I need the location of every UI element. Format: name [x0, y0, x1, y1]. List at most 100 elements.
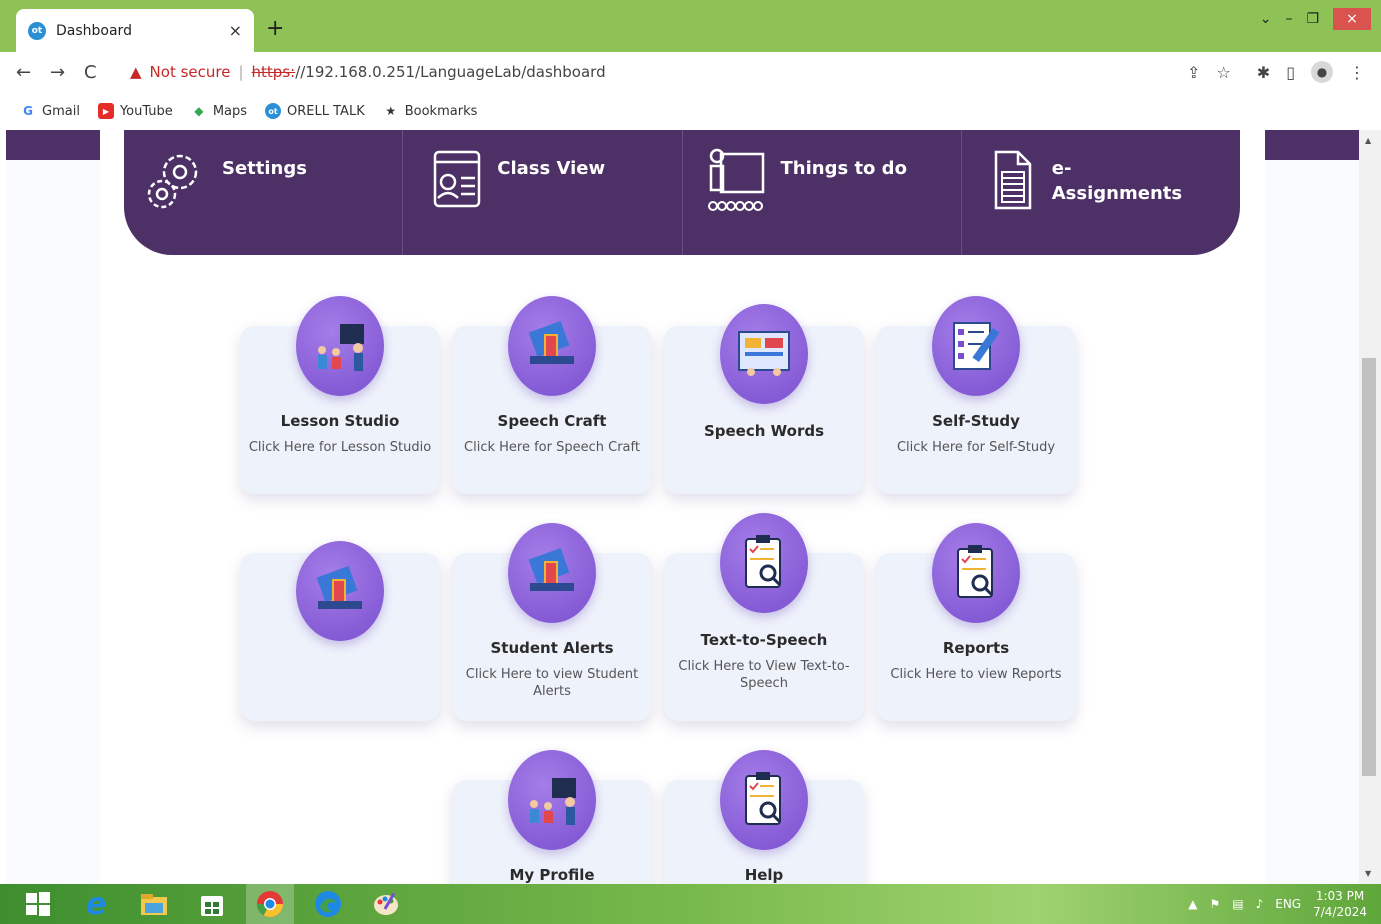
system-tray: ▲ ⚑ ▤ ♪ ENG 1:03 PM 7/4/2024: [1188, 884, 1367, 924]
card-speech-craft[interactable]: Speech Craft Click Here for Speech Craft: [452, 296, 652, 494]
language-indicator[interactable]: ENG: [1275, 897, 1301, 911]
text-to-speech-icon: [720, 513, 808, 613]
profile-avatar-icon[interactable]: ●: [1311, 61, 1333, 83]
card-subtitle: Click Here for Self-Study: [896, 440, 1056, 455]
bookmark-gmail[interactable]: G Gmail: [20, 103, 80, 119]
paint-icon[interactable]: [362, 884, 410, 924]
card-subtitle: Click Here to view Reports: [890, 667, 1062, 682]
card-student-alerts[interactable]: Student Alerts Click Here to view Studen…: [452, 523, 652, 721]
side-panel-icon[interactable]: ▯: [1286, 63, 1295, 82]
page-scrollbar[interactable]: ▲ ▼: [1359, 130, 1381, 884]
url-scheme: https:: [251, 63, 296, 81]
card-subtitle: Click Here to view Student Alerts: [465, 667, 639, 699]
card-subtitle: Click Here to View Text-to-Speech: [678, 659, 850, 691]
bookmark-label: Maps: [212, 103, 248, 119]
settings-icon: [147, 154, 198, 209]
clock[interactable]: 1:03 PM 7/4/2024: [1313, 888, 1367, 920]
bookmark-orell-talk[interactable]: ot ORELL TALK: [265, 103, 365, 119]
windows-start-icon[interactable]: [14, 884, 62, 924]
nav-settings[interactable]: Settings: [124, 130, 404, 255]
card-help[interactable]: Help: [664, 750, 864, 884]
bookmark-maps[interactable]: ◆ Maps: [191, 103, 247, 119]
browser-tab-dashboard[interactable]: ot Dashboard ×: [16, 9, 254, 52]
bookmark-label: ORELL TALK: [287, 103, 365, 119]
youtube-icon: ▶: [97, 103, 114, 119]
bookmark-label: Gmail: [42, 103, 80, 119]
reload-button[interactable]: C: [84, 62, 118, 83]
my-profile-icon: [508, 750, 596, 850]
not-secure-label[interactable]: Not secure: [150, 63, 231, 81]
nav-label: Class View: [497, 158, 606, 179]
warning-icon: ▲: [130, 63, 142, 81]
new-tab-button[interactable]: +: [266, 16, 284, 41]
card-title: Lesson Studio: [280, 412, 400, 430]
scroll-up-arrow-icon[interactable]: ▲: [1365, 136, 1371, 145]
card-speech-words[interactable]: Speech Words: [664, 304, 864, 494]
network-icon[interactable]: ▤: [1232, 897, 1243, 911]
extensions-icon[interactable]: ✱: [1257, 63, 1270, 82]
windows-taskbar: e ▲ ⚑ ▤ ♪ ENG 1:03 PM 7/4/2024: [0, 884, 1381, 924]
reports-icon: [932, 523, 1020, 623]
file-explorer-icon[interactable]: [130, 884, 178, 924]
card-reports[interactable]: Reports Click Here to view Reports: [876, 523, 1076, 721]
bookmark-bookmarks[interactable]: ★ Bookmarks: [383, 103, 478, 119]
bookmark-youtube[interactable]: ▶ YouTube: [97, 103, 173, 119]
laptop-door-icon: [296, 541, 384, 641]
close-window-button[interactable]: ×: [1333, 8, 1371, 30]
scroll-thumb[interactable]: [1362, 358, 1376, 776]
star-icon: ★: [385, 104, 397, 118]
internet-explorer-icon[interactable]: e: [72, 884, 120, 924]
toolbar-icons: ⇪ ☆ ✱ ▯ ● ⋮: [1187, 61, 1365, 83]
student-alerts-icon: [508, 523, 596, 623]
card-my-profile[interactable]: My Profile: [452, 750, 652, 884]
bookmark-star-icon[interactable]: ☆: [1216, 63, 1230, 82]
class-view-icon: [434, 150, 481, 208]
share-icon[interactable]: ⇪: [1187, 63, 1200, 82]
nav-class-view[interactable]: Class View: [403, 130, 683, 255]
minimize-button[interactable]: –: [1285, 11, 1292, 27]
tab-close-icon[interactable]: ×: [229, 21, 242, 40]
url-path: //192.168.0.251/LanguageLab/dashboard: [295, 63, 606, 81]
edge-icon[interactable]: [304, 884, 352, 924]
window-controls: ⌄ – ❐ ×: [1260, 8, 1371, 30]
speech-craft-icon: [508, 296, 596, 396]
scroll-down-arrow-icon[interactable]: ▼: [1365, 869, 1371, 878]
card-title: Help: [744, 866, 784, 884]
tray-arrow-icon[interactable]: ▲: [1188, 897, 1197, 911]
card-title: Text-to-Speech: [700, 631, 828, 649]
bookmarks-bar: G Gmail ▶ YouTube ◆ Maps ot ORELL TALK ★…: [0, 92, 1381, 130]
tab-title: Dashboard: [56, 22, 132, 39]
forward-button[interactable]: →: [50, 62, 84, 83]
things-to-do-icon: [707, 148, 764, 211]
clock-date: 7/4/2024: [1313, 905, 1367, 919]
lesson-studio-icon: [296, 296, 384, 396]
dashboard-content: Settings Class View Things to do e-Assig…: [100, 130, 1265, 884]
store-icon[interactable]: [188, 884, 236, 924]
page-viewport: Settings Class View Things to do e-Assig…: [6, 130, 1359, 884]
volume-icon[interactable]: ♪: [1256, 897, 1264, 911]
speech-words-icon: [720, 304, 808, 404]
card-self-study[interactable]: Self-Study Click Here for Self-Study: [876, 296, 1076, 494]
help-icon: [720, 750, 808, 850]
chrome-icon[interactable]: [246, 884, 294, 924]
action-center-flag-icon[interactable]: ⚑: [1209, 897, 1220, 911]
orell-favicon-icon: ot: [28, 21, 46, 40]
nav-label: Settings: [222, 158, 307, 179]
browser-titlebar: ot Dashboard × + ⌄ – ❐ ×: [0, 0, 1381, 52]
self-study-icon: [932, 296, 1020, 396]
nav-e-assignments[interactable]: e-Assignments: [962, 130, 1240, 255]
menu-icon[interactable]: ⋮: [1349, 63, 1365, 82]
card-title: Speech Craft: [497, 412, 607, 430]
back-button[interactable]: ←: [16, 62, 50, 83]
nav-things-to-do[interactable]: Things to do: [683, 130, 962, 255]
card-title: My Profile: [509, 866, 595, 884]
url-field[interactable]: ▲ Not secure | https: //192.168.0.251/La…: [130, 63, 1187, 81]
maps-icon: ◆: [194, 104, 204, 118]
tab-search-icon[interactable]: ⌄: [1260, 11, 1272, 27]
bookmark-label: Bookmarks: [404, 103, 478, 119]
restore-button[interactable]: ❐: [1306, 11, 1319, 27]
card-lesson-studio[interactable]: Lesson Studio Click Here for Lesson Stud…: [240, 296, 440, 494]
card-laptop-door[interactable]: [240, 541, 440, 721]
card-text-to-speech[interactable]: Text-to-Speech Click Here to View Text-t…: [664, 513, 864, 721]
card-subtitle: Click Here for Speech Craft: [464, 440, 640, 455]
